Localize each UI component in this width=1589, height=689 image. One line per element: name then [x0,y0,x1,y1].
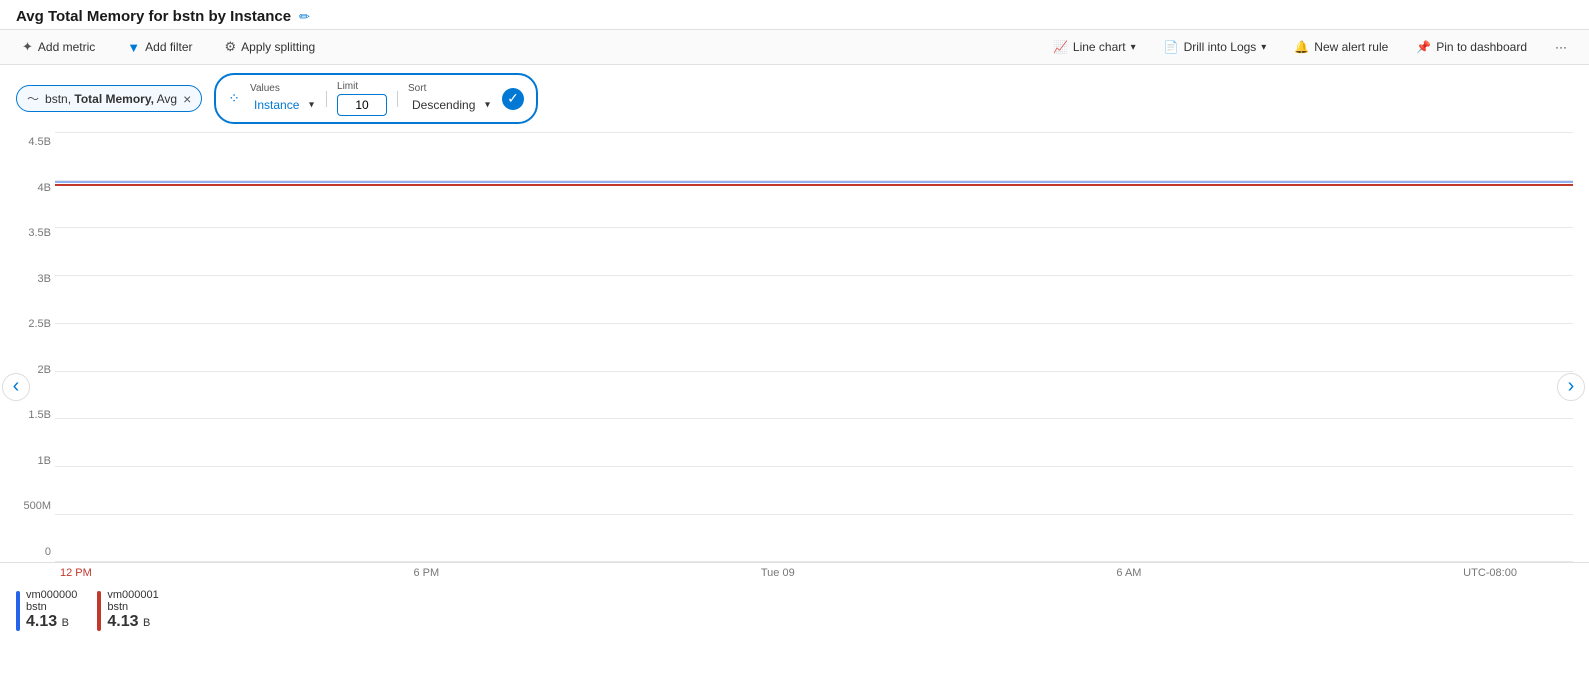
line-chart-icon: 📈 [1053,40,1068,54]
toolbar-right: 📈 Line chart ▾ 📄 Drill into Logs ▾ 🔔 New… [1047,37,1573,57]
y-label-4-5b: 4.5B [4,136,51,148]
limit-field: Limit [337,81,387,116]
more-options-button[interactable]: ··· [1549,37,1573,57]
metric-icon: 〜 [27,90,39,107]
sort-field: Sort Descending Ascending [408,83,492,114]
legend-value-0: 4.13 B [26,613,77,631]
chart-inner [55,132,1573,562]
chart-line-red [55,184,1573,186]
chart-container: 4.5B 4B 3.5B 3B 2.5B 2B 1.5B 1B 500M 0 [0,132,1589,562]
alert-icon: 🔔 [1294,40,1309,54]
x-axis: 12 PM 6 PM Tue 09 6 AM UTC-08:00 [0,562,1589,583]
metric-label: bstn, Total Memory, Avg [45,92,177,106]
line-chart-button[interactable]: 📈 Line chart ▾ [1047,37,1142,57]
x-label-6pm: 6 PM [413,567,439,579]
chevron-down-icon: ▾ [1261,42,1266,53]
plus-icon: ✦ [22,39,33,55]
y-label-1-5b: 1.5B [4,409,51,421]
split-dots-icon: ⁘ [228,90,240,107]
y-axis: 4.5B 4B 3.5B 3B 2.5B 2B 1.5B 1B 500M 0 [0,132,55,562]
grid-line-9 [55,514,1573,515]
values-field: Values Instance Name Region [250,83,316,114]
toolbar: ✦ Add metric ▼ Add filter ⚙ Apply splitt… [0,29,1589,65]
edit-title-icon[interactable]: ✏ [299,9,310,25]
confirm-splitting-button[interactable]: ✓ [502,88,524,110]
add-filter-button[interactable]: ▼ Add filter [121,37,198,58]
toolbar-left: ✦ Add metric ▼ Add filter ⚙ Apply splitt… [16,36,321,58]
apply-splitting-button[interactable]: ⚙ Apply splitting [219,36,322,58]
y-label-4b: 4B [4,182,51,194]
grid-line-1 [55,132,1573,133]
split-panel: ⁘ Values Instance Name Region Limit Sort… [214,73,538,124]
y-label-0: 0 [4,546,51,558]
legend-text-1: vm000001 bstn 4.13 B [107,589,158,631]
more-icon: ··· [1555,40,1567,54]
limit-input[interactable] [337,94,387,116]
chevron-down-icon: ▾ [1131,42,1136,53]
add-metric-button[interactable]: ✦ Add metric [16,36,101,58]
sort-select-wrapper: Descending Ascending [408,96,492,114]
grid-line-6 [55,371,1573,372]
splitting-controls: 〜 bstn, Total Memory, Avg × ⁘ Values Ins… [0,65,1589,132]
new-alert-rule-button[interactable]: 🔔 New alert rule [1288,37,1394,57]
nav-right-button[interactable]: › [1557,373,1585,401]
chart-legend: vm000000 bstn 4.13 B vm000001 bstn 4.13 … [0,583,1589,641]
legend-item-1: vm000001 bstn 4.13 B [97,589,158,631]
limit-label: Limit [337,81,387,92]
y-label-2-5b: 2.5B [4,318,51,330]
y-label-1b: 1B [4,455,51,467]
legend-vm-1: vm000001 [107,589,158,601]
values-label: Values [250,83,316,94]
x-label-utc: UTC-08:00 [1463,567,1517,579]
legend-item-0: vm000000 bstn 4.13 B [16,589,77,631]
divider [326,91,327,107]
drill-into-logs-button[interactable]: 📄 Drill into Logs ▾ [1158,37,1273,57]
grid-line-5 [55,323,1573,324]
split-icon: ⚙ [225,39,237,55]
pin-to-dashboard-button[interactable]: 📌 Pin to dashboard [1410,37,1533,57]
x-label-6am: 6 AM [1116,567,1141,579]
y-label-3-5b: 3.5B [4,227,51,239]
sort-label: Sort [408,83,492,94]
main-body: ‹ › 4.5B 4B 3.5B 3B 2.5B 2B 1.5B 1B 500M… [0,132,1589,641]
legend-color-1 [97,591,101,631]
grid-line-4 [55,275,1573,276]
x-label-12pm: 12 PM [60,567,92,579]
grid-line-7 [55,418,1573,419]
x-label-tue09: Tue 09 [761,567,795,579]
sort-select[interactable]: Descending Ascending [408,96,492,114]
legend-text-0: vm000000 bstn 4.13 B [26,589,77,631]
filter-icon: ▼ [127,40,140,55]
nav-left-button[interactable]: ‹ [2,373,30,401]
legend-vm-0: vm000000 [26,589,77,601]
pin-icon: 📌 [1416,40,1431,54]
page-title: Avg Total Memory for bstn by Instance [16,8,291,25]
grid-line-3 [55,227,1573,228]
legend-metric-0: bstn [26,601,77,613]
legend-value-1: 4.13 B [107,613,158,631]
legend-metric-1: bstn [107,601,158,613]
grid-line-8 [55,466,1573,467]
logs-icon: 📄 [1164,40,1179,54]
page-header: Avg Total Memory for bstn by Instance ✏ [0,0,1589,29]
y-label-3b: 3B [4,273,51,285]
legend-color-0 [16,591,20,631]
grid-line-10 [55,561,1573,562]
values-select[interactable]: Instance Name Region [250,96,316,114]
divider2 [397,91,398,107]
values-select-wrapper: Instance Name Region [250,96,316,114]
y-label-500m: 500M [4,500,51,512]
metric-pill: 〜 bstn, Total Memory, Avg × [16,85,202,112]
remove-metric-button[interactable]: × [183,92,191,106]
